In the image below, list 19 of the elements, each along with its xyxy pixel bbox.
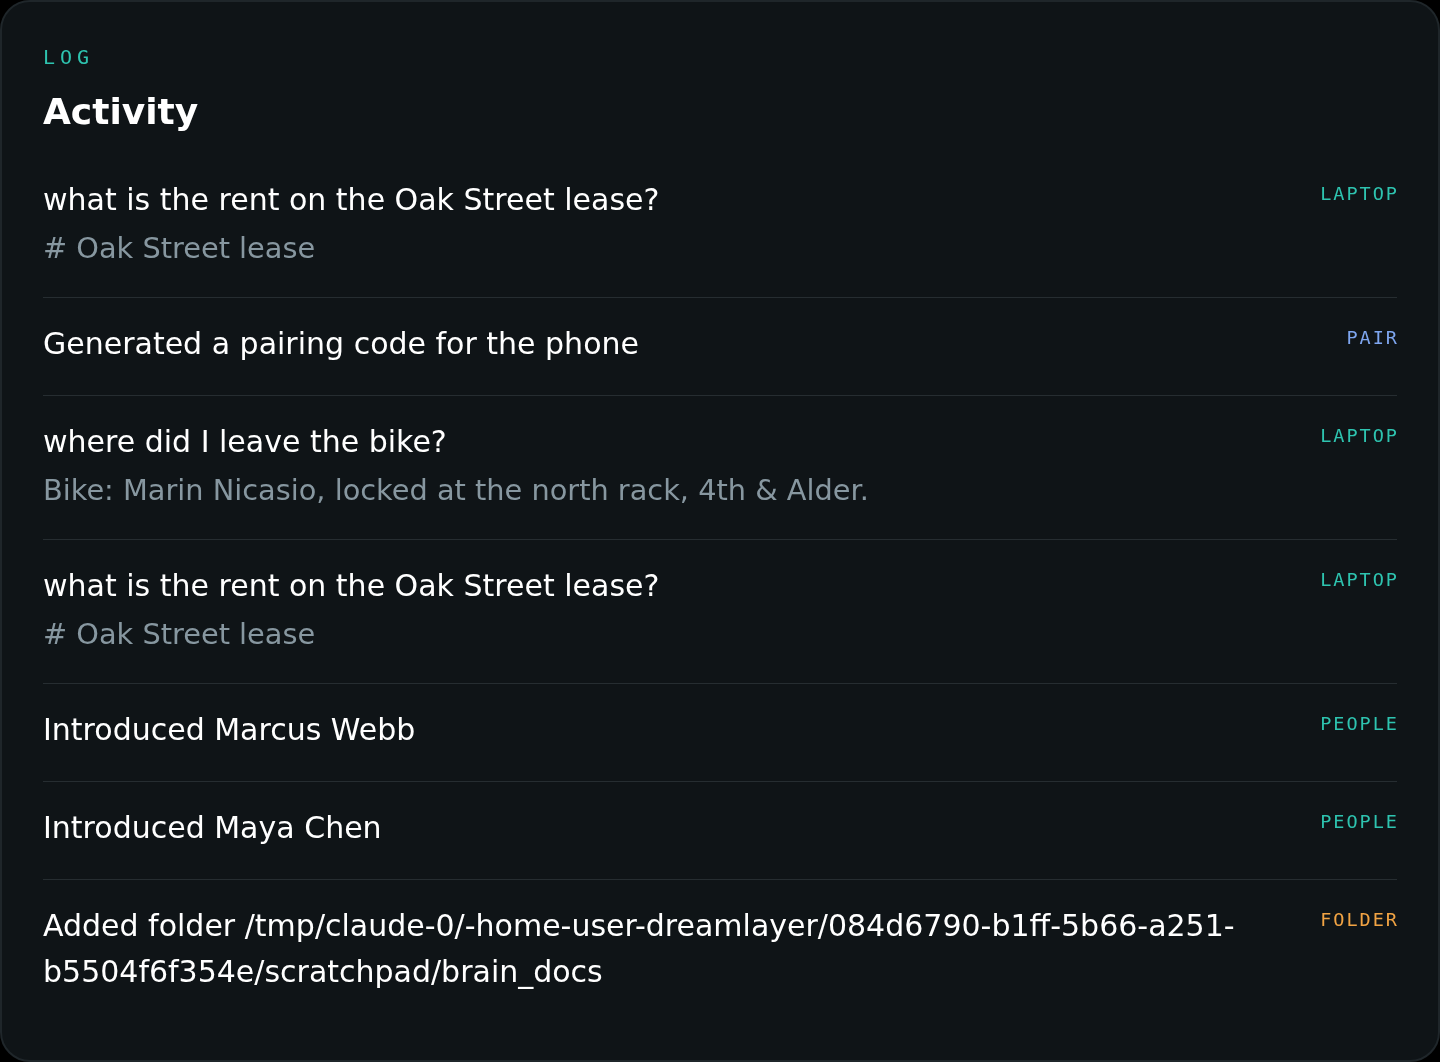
source-tag: PEOPLE (1320, 712, 1399, 736)
section-label: LOG (43, 44, 95, 71)
source-tag: PEOPLE (1320, 810, 1399, 834)
source-tag: FOLDER (1320, 908, 1399, 932)
activity-title: what is the rent on the Oak Street lease? (43, 567, 661, 605)
activity-title: Generated a pairing code for the phone (43, 325, 640, 363)
activity-detail: # Oak Street lease (43, 230, 316, 266)
source-tag: LAPTOP (1320, 568, 1399, 592)
activity-title: where did I leave the bike? (43, 423, 448, 461)
activity-title: Added folder /tmp/claude-0/-home-user-dreamlayer/084d6790-b1ff-5b66-a251-b5504f6f354e/scratchpad/brain_docs (43, 907, 1236, 991)
activity-title: Introduced Maya Chen (43, 809, 383, 847)
activity-title: what is the rent on the Oak Street lease? (43, 181, 661, 219)
activity-detail: # Oak Street lease (43, 616, 316, 652)
activity-detail: Bike: Marin Nicasio, locked at the north rack, 4th & Alder. (43, 472, 869, 508)
source-tag: LAPTOP (1320, 182, 1399, 206)
source-tag: PAIR (1346, 326, 1399, 350)
source-tag: LAPTOP (1320, 424, 1399, 448)
page-title: Activity (43, 90, 199, 134)
activity-title: Introduced Marcus Webb (43, 711, 417, 749)
